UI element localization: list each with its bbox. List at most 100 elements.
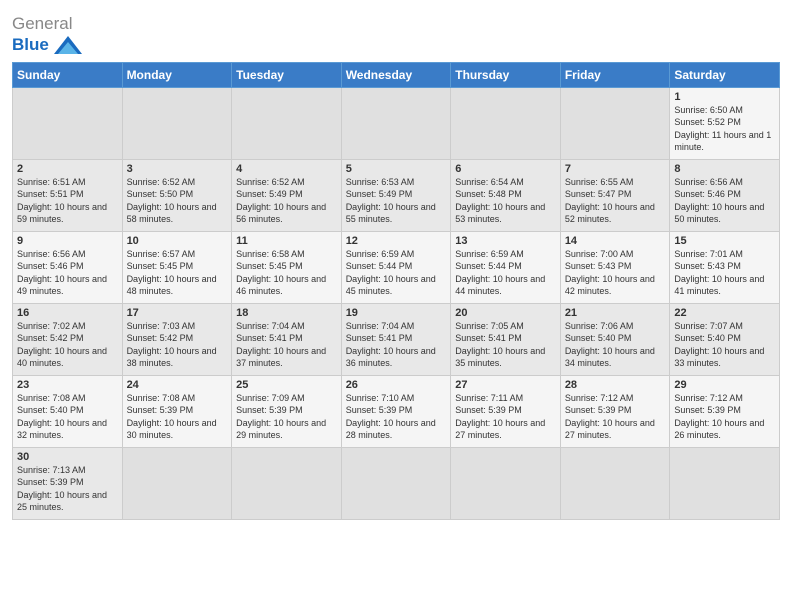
day-number: 17: [127, 307, 228, 319]
calendar-day-cell: 9Sunrise: 6:56 AM Sunset: 5:46 PM Daylig…: [13, 231, 123, 303]
day-number: 21: [565, 307, 666, 319]
day-number: 10: [127, 235, 228, 247]
calendar-day-cell: 16Sunrise: 7:02 AM Sunset: 5:42 PM Dayli…: [13, 303, 123, 375]
day-number: 12: [346, 235, 447, 247]
calendar-day-cell: [122, 87, 232, 159]
day-number: 4: [236, 163, 337, 175]
day-number: 29: [674, 379, 775, 391]
day-info: Sunrise: 7:04 AM Sunset: 5:41 PM Dayligh…: [346, 320, 447, 370]
page: General Blue SundayMondayTuesdayWednesda…: [0, 0, 792, 612]
day-number: 22: [674, 307, 775, 319]
calendar-day-cell: [560, 87, 670, 159]
calendar-day-cell: 7Sunrise: 6:55 AM Sunset: 5:47 PM Daylig…: [560, 159, 670, 231]
day-info: Sunrise: 6:57 AM Sunset: 5:45 PM Dayligh…: [127, 248, 228, 298]
calendar-week-row: 1Sunrise: 6:50 AM Sunset: 5:52 PM Daylig…: [13, 87, 780, 159]
day-info: Sunrise: 7:03 AM Sunset: 5:42 PM Dayligh…: [127, 320, 228, 370]
calendar-day-cell: 2Sunrise: 6:51 AM Sunset: 5:51 PM Daylig…: [13, 159, 123, 231]
day-number: 6: [455, 163, 556, 175]
calendar-day-cell: 28Sunrise: 7:12 AM Sunset: 5:39 PM Dayli…: [560, 375, 670, 447]
calendar-day-cell: [670, 447, 780, 519]
weekday-header-monday: Monday: [122, 62, 232, 87]
day-info: Sunrise: 6:58 AM Sunset: 5:45 PM Dayligh…: [236, 248, 337, 298]
day-info: Sunrise: 6:50 AM Sunset: 5:52 PM Dayligh…: [674, 104, 775, 154]
day-info: Sunrise: 7:11 AM Sunset: 5:39 PM Dayligh…: [455, 392, 556, 442]
day-number: 28: [565, 379, 666, 391]
day-number: 16: [17, 307, 118, 319]
day-number: 3: [127, 163, 228, 175]
calendar: SundayMondayTuesdayWednesdayThursdayFrid…: [12, 62, 780, 520]
day-number: 2: [17, 163, 118, 175]
day-info: Sunrise: 7:08 AM Sunset: 5:39 PM Dayligh…: [127, 392, 228, 442]
calendar-week-row: 9Sunrise: 6:56 AM Sunset: 5:46 PM Daylig…: [13, 231, 780, 303]
day-info: Sunrise: 6:59 AM Sunset: 5:44 PM Dayligh…: [346, 248, 447, 298]
day-info: Sunrise: 7:04 AM Sunset: 5:41 PM Dayligh…: [236, 320, 337, 370]
calendar-day-cell: 5Sunrise: 6:53 AM Sunset: 5:49 PM Daylig…: [341, 159, 451, 231]
calendar-day-cell: 20Sunrise: 7:05 AM Sunset: 5:41 PM Dayli…: [451, 303, 561, 375]
calendar-day-cell: 24Sunrise: 7:08 AM Sunset: 5:39 PM Dayli…: [122, 375, 232, 447]
weekday-header-wednesday: Wednesday: [341, 62, 451, 87]
day-info: Sunrise: 7:01 AM Sunset: 5:43 PM Dayligh…: [674, 248, 775, 298]
calendar-day-cell: 1Sunrise: 6:50 AM Sunset: 5:52 PM Daylig…: [670, 87, 780, 159]
day-number: 19: [346, 307, 447, 319]
day-number: 7: [565, 163, 666, 175]
day-info: Sunrise: 7:02 AM Sunset: 5:42 PM Dayligh…: [17, 320, 118, 370]
calendar-day-cell: [451, 447, 561, 519]
calendar-day-cell: [232, 447, 342, 519]
day-number: 30: [17, 451, 118, 463]
day-number: 5: [346, 163, 447, 175]
day-number: 1: [674, 91, 775, 103]
calendar-day-cell: [451, 87, 561, 159]
calendar-day-cell: 14Sunrise: 7:00 AM Sunset: 5:43 PM Dayli…: [560, 231, 670, 303]
day-info: Sunrise: 6:56 AM Sunset: 5:46 PM Dayligh…: [17, 248, 118, 298]
calendar-day-cell: 27Sunrise: 7:11 AM Sunset: 5:39 PM Dayli…: [451, 375, 561, 447]
calendar-day-cell: 17Sunrise: 7:03 AM Sunset: 5:42 PM Dayli…: [122, 303, 232, 375]
day-info: Sunrise: 6:56 AM Sunset: 5:46 PM Dayligh…: [674, 176, 775, 226]
logo-icon: [52, 34, 84, 56]
calendar-day-cell: 22Sunrise: 7:07 AM Sunset: 5:40 PM Dayli…: [670, 303, 780, 375]
calendar-week-row: 23Sunrise: 7:08 AM Sunset: 5:40 PM Dayli…: [13, 375, 780, 447]
calendar-day-cell: 21Sunrise: 7:06 AM Sunset: 5:40 PM Dayli…: [560, 303, 670, 375]
day-number: 13: [455, 235, 556, 247]
day-number: 23: [17, 379, 118, 391]
logo-general: General: [12, 14, 72, 33]
logo: General Blue: [12, 14, 84, 56]
day-info: Sunrise: 7:12 AM Sunset: 5:39 PM Dayligh…: [565, 392, 666, 442]
weekday-header-sunday: Sunday: [13, 62, 123, 87]
calendar-day-cell: 19Sunrise: 7:04 AM Sunset: 5:41 PM Dayli…: [341, 303, 451, 375]
calendar-day-cell: 3Sunrise: 6:52 AM Sunset: 5:50 PM Daylig…: [122, 159, 232, 231]
calendar-day-cell: 10Sunrise: 6:57 AM Sunset: 5:45 PM Dayli…: [122, 231, 232, 303]
weekday-header-friday: Friday: [560, 62, 670, 87]
day-number: 11: [236, 235, 337, 247]
calendar-day-cell: 8Sunrise: 6:56 AM Sunset: 5:46 PM Daylig…: [670, 159, 780, 231]
calendar-day-cell: 12Sunrise: 6:59 AM Sunset: 5:44 PM Dayli…: [341, 231, 451, 303]
logo-blue: Blue: [12, 35, 49, 55]
day-info: Sunrise: 6:52 AM Sunset: 5:49 PM Dayligh…: [236, 176, 337, 226]
calendar-day-cell: 15Sunrise: 7:01 AM Sunset: 5:43 PM Dayli…: [670, 231, 780, 303]
weekday-header-row: SundayMondayTuesdayWednesdayThursdayFrid…: [13, 62, 780, 87]
day-info: Sunrise: 7:13 AM Sunset: 5:39 PM Dayligh…: [17, 464, 118, 514]
day-number: 26: [346, 379, 447, 391]
day-info: Sunrise: 6:54 AM Sunset: 5:48 PM Dayligh…: [455, 176, 556, 226]
day-number: 9: [17, 235, 118, 247]
calendar-day-cell: [122, 447, 232, 519]
weekday-header-thursday: Thursday: [451, 62, 561, 87]
calendar-day-cell: 23Sunrise: 7:08 AM Sunset: 5:40 PM Dayli…: [13, 375, 123, 447]
day-number: 27: [455, 379, 556, 391]
day-number: 14: [565, 235, 666, 247]
calendar-day-cell: [13, 87, 123, 159]
calendar-day-cell: [232, 87, 342, 159]
day-info: Sunrise: 7:00 AM Sunset: 5:43 PM Dayligh…: [565, 248, 666, 298]
day-info: Sunrise: 6:53 AM Sunset: 5:49 PM Dayligh…: [346, 176, 447, 226]
calendar-day-cell: 18Sunrise: 7:04 AM Sunset: 5:41 PM Dayli…: [232, 303, 342, 375]
calendar-day-cell: 25Sunrise: 7:09 AM Sunset: 5:39 PM Dayli…: [232, 375, 342, 447]
day-number: 8: [674, 163, 775, 175]
day-number: 24: [127, 379, 228, 391]
calendar-day-cell: 26Sunrise: 7:10 AM Sunset: 5:39 PM Dayli…: [341, 375, 451, 447]
calendar-week-row: 16Sunrise: 7:02 AM Sunset: 5:42 PM Dayli…: [13, 303, 780, 375]
day-info: Sunrise: 7:12 AM Sunset: 5:39 PM Dayligh…: [674, 392, 775, 442]
day-info: Sunrise: 6:51 AM Sunset: 5:51 PM Dayligh…: [17, 176, 118, 226]
day-info: Sunrise: 7:09 AM Sunset: 5:39 PM Dayligh…: [236, 392, 337, 442]
weekday-header-tuesday: Tuesday: [232, 62, 342, 87]
day-info: Sunrise: 7:06 AM Sunset: 5:40 PM Dayligh…: [565, 320, 666, 370]
calendar-day-cell: 30Sunrise: 7:13 AM Sunset: 5:39 PM Dayli…: [13, 447, 123, 519]
